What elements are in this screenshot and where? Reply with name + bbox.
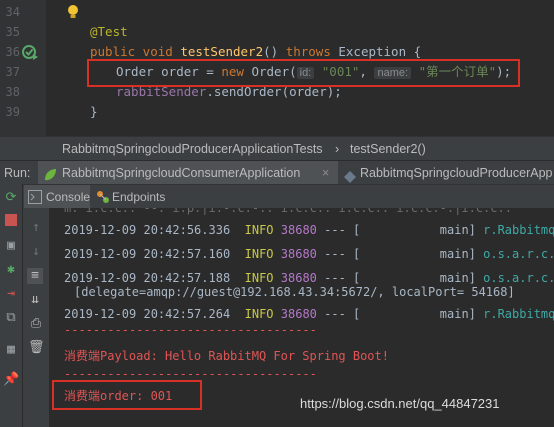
code-line-39: 39 } [0, 102, 554, 122]
line-number: 39 [5, 105, 20, 119]
log-line: 2019-12-09 20:42:57.264 INFO 38680 --- [… [64, 307, 554, 321]
breadcrumb-method[interactable]: testSender2() [350, 137, 426, 161]
trash-icon[interactable]: 🗑 [28, 340, 45, 356]
run-test-gutter-icon[interactable] [22, 44, 38, 64]
exit-icon[interactable]: ⇥ [3, 286, 19, 302]
payload-line: 消费端Payload: Hello RabbitMQ For Spring Bo… [64, 349, 389, 363]
tab-label: RabbitmqSpringcloudProducerApp [360, 166, 553, 180]
test-annotation: @Test [90, 24, 128, 39]
line-number: 34 [5, 5, 20, 19]
highlight-box-order-line [87, 59, 520, 87]
up-arrow-icon[interactable]: ↑ [28, 220, 44, 236]
code-line-34: 34 [0, 2, 554, 22]
highlight-box-order-output [52, 380, 202, 410]
closing-brace: } [90, 104, 98, 119]
layout-icon[interactable]: ▦ [3, 342, 19, 358]
down-arrow-icon[interactable]: ↓ [28, 244, 44, 260]
tab-console[interactable]: Console [24, 185, 90, 209]
console-toolbar: Console Endpoints [0, 184, 554, 209]
breadcrumb-class[interactable]: RabbitmqSpringcloudProducerApplicationTe… [62, 137, 323, 161]
console-output[interactable]: m: i.c.c.: --: i.p.|i.-.c.-.: i.c.c.: i.… [50, 208, 554, 427]
stop-icon[interactable] [3, 214, 19, 230]
run-actions-strip: ⟳ ▣ ✱ ⇥ ⧉ ▦ 📌 [0, 184, 23, 427]
run-tool-window-header: Run: RabbitmqSpringcloudConsumerApplicat… [0, 160, 554, 185]
line-number: 36 [5, 45, 20, 59]
endpoints-icon [96, 190, 110, 207]
close-icon[interactable]: × [322, 161, 329, 185]
tab-label: RabbitmqSpringcloudConsumerApplication [62, 166, 301, 180]
tab-consumer-application[interactable]: RabbitmqSpringcloudConsumerApplication × [38, 161, 338, 185]
restore-layout-icon[interactable]: ⧉ [3, 310, 19, 326]
pin-icon[interactable]: 📌 [3, 372, 19, 388]
divider-line: ----------------------------------- [64, 323, 317, 337]
line-number: 38 [5, 85, 20, 99]
debug-icon[interactable]: ✱ [3, 262, 19, 278]
camera-icon[interactable]: ▣ [3, 238, 19, 254]
delegate-line: [delegate=amqp://guest@192.168.43.34:567… [74, 285, 515, 299]
code-editor[interactable]: 34 35 @Test 36 public void testSender2()… [0, 0, 554, 136]
breadcrumb: RabbitmqSpringcloudProducerApplicationTe… [0, 136, 554, 161]
code-line-35: 35 @Test [0, 22, 554, 42]
rerun-icon[interactable]: ⟳ [3, 190, 19, 206]
line-number: 35 [5, 25, 20, 39]
breadcrumb-separator: › [335, 142, 340, 156]
endpoints-label: Endpoints [112, 190, 166, 204]
tab-producer-application[interactable]: RabbitmqSpringcloudProducerApp [340, 161, 554, 185]
log-line: 2019-12-09 20:42:57.160 INFO 38680 --- [… [64, 247, 554, 261]
scroll-to-end-icon[interactable]: ⇊ [27, 292, 43, 308]
console-actions-strip: ↑ ↓ ≡ ⇊ ⎙ 🗑 [23, 208, 50, 427]
print-icon[interactable]: ⎙ [28, 316, 44, 332]
tab-endpoints[interactable]: Endpoints [94, 185, 174, 209]
line-number: 37 [5, 65, 20, 79]
soft-wrap-icon[interactable]: ≡ [27, 268, 43, 284]
watermark: https://blog.csdn.net/qq_44847231 [300, 396, 500, 411]
run-label: Run: [4, 166, 31, 180]
console-icon [28, 190, 42, 207]
console-label: Console [46, 190, 91, 204]
log-line: 2019-12-09 20:42:56.336 INFO 38680 --- [… [64, 223, 554, 237]
lightbulb-icon[interactable] [66, 4, 80, 24]
console-line-cut: m: i.c.c.: --: i.p.|i.-.c.-.: i.c.c.: i.… [64, 208, 512, 215]
